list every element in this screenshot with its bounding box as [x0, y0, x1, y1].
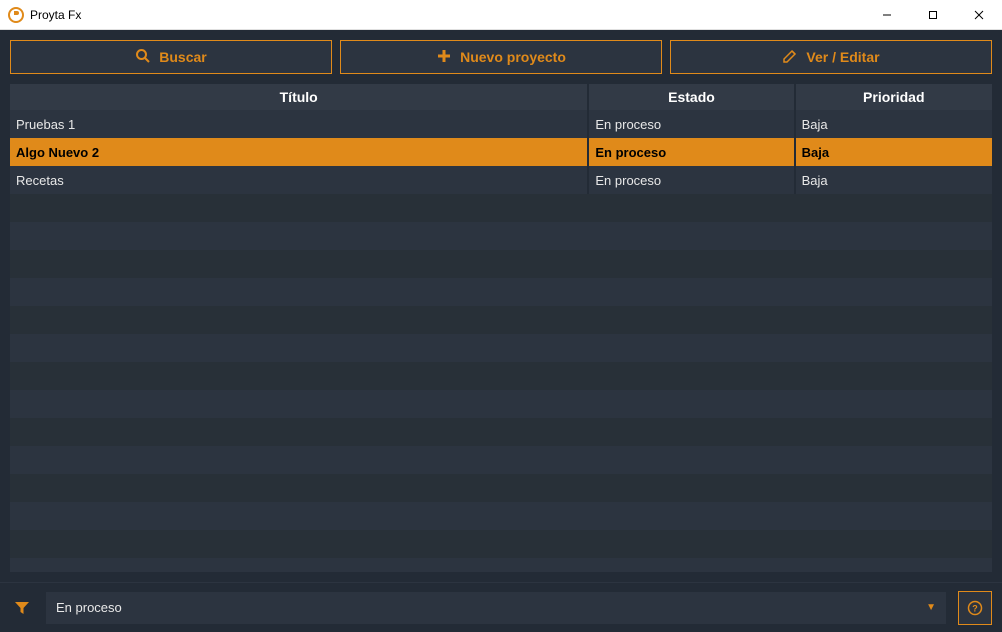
view-edit-button-label: Ver / Editar — [806, 49, 879, 65]
new-project-button[interactable]: Nuevo proyecto — [340, 40, 662, 74]
svg-text:?: ? — [972, 603, 978, 613]
chevron-down-icon: ▼ — [926, 602, 936, 613]
table-row[interactable]: RecetasEn procesoBaja — [10, 166, 992, 194]
table-header: Título Estado Prioridad — [10, 84, 992, 110]
table-row[interactable]: Pruebas 1En procesoBaja — [10, 110, 992, 138]
status-filter-select[interactable]: En proceso ▼ — [46, 592, 946, 624]
search-icon — [135, 48, 151, 67]
status-bar: En proceso ▼ ? — [0, 582, 1002, 632]
cell-titulo: Algo Nuevo 2 — [10, 138, 589, 166]
cell-prioridad: Baja — [796, 110, 992, 138]
window-maximize-button[interactable] — [910, 0, 956, 30]
help-button[interactable]: ? — [958, 591, 992, 625]
column-header-estado[interactable]: Estado — [589, 84, 795, 110]
window-minimize-button[interactable] — [864, 0, 910, 30]
cell-prioridad: Baja — [796, 166, 992, 194]
pencil-icon — [782, 48, 798, 67]
window-titlebar: Proyta Fx — [0, 0, 1002, 30]
new-project-button-label: Nuevo proyecto — [460, 49, 566, 65]
filter-icon — [10, 596, 34, 620]
table-body: Pruebas 1En procesoBajaAlgo Nuevo 2En pr… — [10, 110, 992, 572]
search-button[interactable]: Buscar — [10, 40, 332, 74]
window-close-button[interactable] — [956, 0, 1002, 30]
column-header-prioridad[interactable]: Prioridad — [796, 84, 992, 110]
projects-table: Título Estado Prioridad Pruebas 1En proc… — [10, 84, 992, 572]
column-header-titulo[interactable]: Título — [10, 84, 589, 110]
cell-prioridad: Baja — [796, 138, 992, 166]
cell-titulo: Pruebas 1 — [10, 110, 589, 138]
window-title: Proyta Fx — [30, 8, 81, 22]
app-icon — [8, 7, 24, 23]
search-button-label: Buscar — [159, 49, 206, 65]
cell-titulo: Recetas — [10, 166, 589, 194]
view-edit-button[interactable]: Ver / Editar — [670, 40, 992, 74]
cell-estado: En proceso — [589, 138, 795, 166]
main-toolbar: Buscar Nuevo proyecto Ver / Editar — [0, 30, 1002, 84]
cell-estado: En proceso — [589, 166, 795, 194]
table-row[interactable]: Algo Nuevo 2En procesoBaja — [10, 138, 992, 166]
status-filter-value: En proceso — [56, 600, 122, 615]
plus-icon — [436, 48, 452, 67]
cell-estado: En proceso — [589, 110, 795, 138]
